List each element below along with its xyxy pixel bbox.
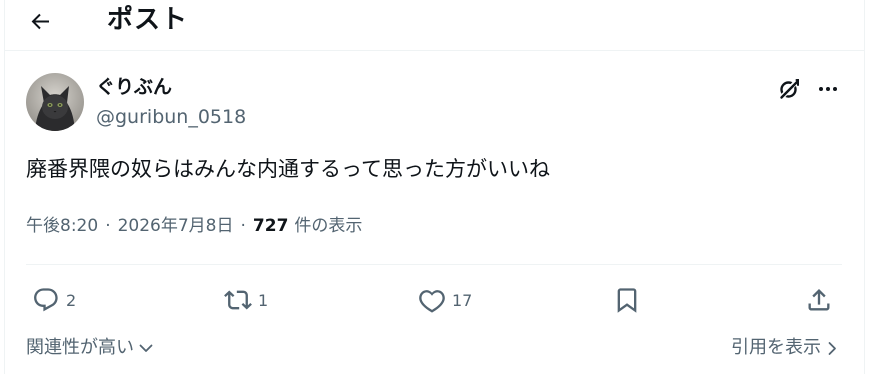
meta-separator: · bbox=[105, 216, 111, 236]
actions-divider bbox=[26, 264, 842, 265]
chevron-right-icon bbox=[828, 342, 836, 355]
display-name[interactable]: ぐりぶん bbox=[96, 74, 172, 100]
arrow-left-icon bbox=[31, 13, 49, 30]
like-count: 17 bbox=[452, 290, 473, 310]
grok-button[interactable] bbox=[775, 75, 803, 103]
grok-icon bbox=[779, 79, 799, 100]
user-handle[interactable]: @guribun_0518 bbox=[96, 103, 246, 131]
heart-icon bbox=[419, 290, 445, 313]
post-detail-page: ポスト ぐりぶん @guribun_0518 廃番界隈の奴らはみんな内通するって… bbox=[0, 0, 869, 374]
post-meta: 午後8:20 · 2026年7月8日 · 727 件の表示 bbox=[26, 212, 362, 240]
repost-count: 1 bbox=[258, 290, 269, 310]
post-time-link[interactable]: 午後8:20 · 2026年7月8日 bbox=[26, 216, 234, 236]
header-divider bbox=[4, 50, 864, 51]
post-date: 2026年7月8日 bbox=[117, 216, 234, 236]
quotes-label: 引用を表示 bbox=[731, 337, 821, 358]
view-quotes-button[interactable]: 引用を表示 bbox=[731, 334, 839, 362]
reply-icon bbox=[34, 288, 58, 312]
more-horizontal-icon bbox=[819, 87, 837, 91]
share-icon bbox=[808, 289, 830, 311]
back-button[interactable] bbox=[26, 6, 56, 36]
sort-label: 関連性が高い bbox=[26, 337, 134, 358]
views-count: 727 bbox=[252, 216, 289, 236]
sort-replies-button[interactable]: 関連性が高い bbox=[26, 334, 154, 362]
left-border bbox=[4, 0, 5, 374]
views-label: 件の表示 bbox=[294, 216, 363, 236]
repost-icon bbox=[224, 290, 252, 310]
bookmark-icon bbox=[617, 288, 637, 313]
more-options-button[interactable] bbox=[814, 75, 842, 103]
like-button[interactable]: 17 bbox=[418, 284, 472, 316]
avatar[interactable] bbox=[26, 73, 84, 131]
black-cat-avatar bbox=[26, 73, 84, 131]
reply-button[interactable]: 2 bbox=[32, 284, 76, 316]
meta-separator: · bbox=[240, 216, 246, 236]
bookmark-button[interactable] bbox=[613, 284, 641, 316]
reply-count: 2 bbox=[66, 290, 77, 310]
share-button[interactable] bbox=[805, 284, 833, 316]
chevron-down-icon bbox=[139, 344, 153, 352]
post-time: 午後8:20 bbox=[26, 216, 99, 236]
right-border bbox=[864, 0, 865, 374]
page-title: ポスト bbox=[107, 5, 189, 35]
repost-button[interactable]: 1 bbox=[224, 284, 268, 316]
post-text: 廃番界隈の奴らはみんな内通するって思った方がいいね bbox=[26, 157, 550, 181]
